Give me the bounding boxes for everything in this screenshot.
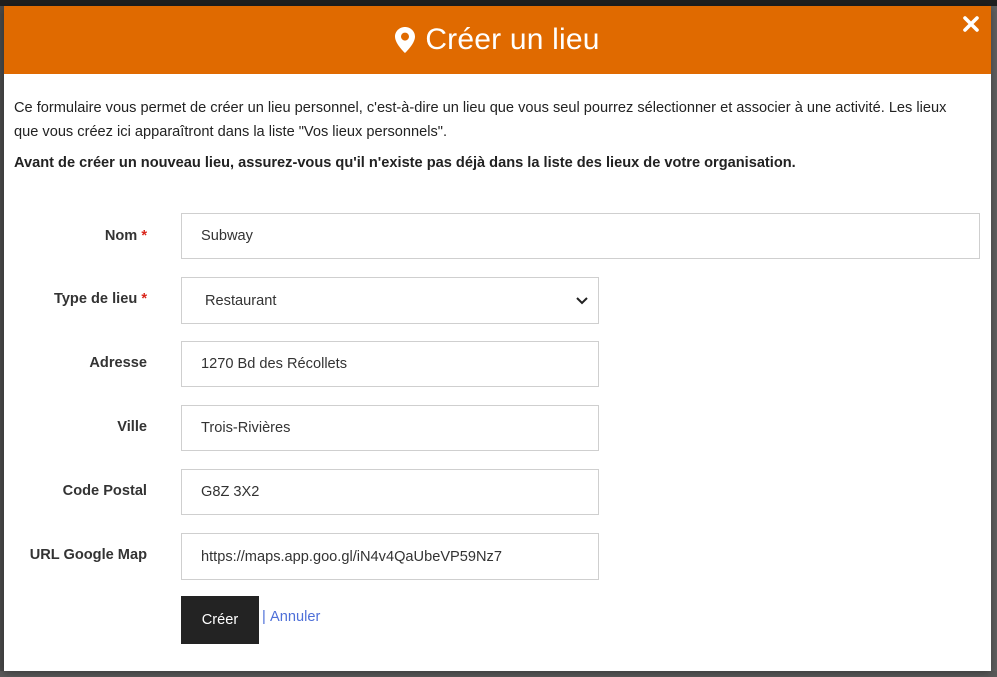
type-select[interactable]: Restaurant xyxy=(181,277,599,324)
required-mark: * xyxy=(141,291,147,307)
nom-label: Nom * xyxy=(4,228,147,244)
code-postal-input[interactable]: G8Z 3X2 xyxy=(181,469,599,515)
type-label: Type de lieu * xyxy=(4,291,147,307)
ville-input[interactable]: Trois-Rivières xyxy=(181,405,599,451)
action-separator: | xyxy=(262,609,266,625)
code-postal-label: Code Postal xyxy=(62,483,147,499)
intro-text: Ce formulaire vous permet de créer un li… xyxy=(14,100,947,140)
adresse-label: Adresse xyxy=(89,355,147,371)
close-icon[interactable] xyxy=(963,16,979,32)
url-map-label: URL Google Map xyxy=(29,547,147,563)
modal-title-text: Créer un lieu xyxy=(425,23,600,56)
type-value: Restaurant xyxy=(205,292,277,309)
modal-title: Créer un lieu xyxy=(4,6,991,74)
create-location-modal: Créer un lieu Ce formulaire vous permet … xyxy=(4,6,991,671)
type-label-text: Type de lieu xyxy=(53,291,138,307)
code-postal-value: G8Z 3X2 xyxy=(201,484,260,500)
ville-label: Ville xyxy=(117,419,147,435)
cancel-link[interactable]: Annuler xyxy=(270,609,320,625)
adresse-input[interactable]: 1270 Bd des Récollets xyxy=(181,341,599,387)
backdrop-right xyxy=(991,6,997,671)
chevron-down-icon xyxy=(576,296,588,304)
nom-label-text: Nom xyxy=(104,228,138,244)
nom-input[interactable]: Subway xyxy=(181,213,980,259)
url-map-value: https://maps.app.goo.gl/iN4v4QaUbeVP59Nz… xyxy=(201,548,502,565)
map-pin-icon xyxy=(395,27,416,53)
adresse-value: 1270 Bd des Récollets xyxy=(201,356,348,372)
nom-value: Subway xyxy=(201,228,253,244)
create-button[interactable]: Créer xyxy=(181,596,259,644)
url-map-input[interactable]: https://maps.app.goo.gl/iN4v4QaUbeVP59Nz… xyxy=(181,533,599,580)
warning-text: Avant de créer un nouveau lieu, assurez-… xyxy=(14,155,796,171)
backdrop-bottom xyxy=(0,671,997,677)
required-mark: * xyxy=(141,228,147,244)
ville-value: Trois-Rivières xyxy=(201,420,291,436)
modal-header: Créer un lieu xyxy=(4,6,991,74)
